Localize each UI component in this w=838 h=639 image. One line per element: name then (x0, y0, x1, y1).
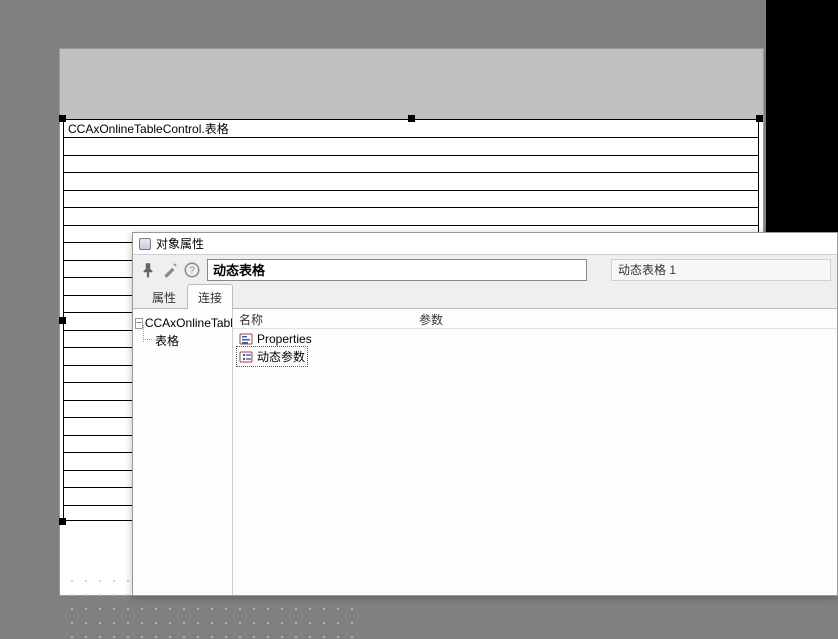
tree-pane[interactable]: − CCAxOnlineTableControl 表格 (133, 309, 233, 595)
table-row (64, 191, 758, 209)
object-name-field[interactable]: 动态表格 (207, 259, 587, 281)
dialog-icon (139, 238, 151, 250)
wand-icon[interactable] (161, 261, 179, 279)
list-item[interactable]: Properties (237, 331, 314, 347)
dynamic-params-icon (239, 350, 253, 364)
tab-properties[interactable]: 属性 (141, 284, 187, 309)
list-item[interactable]: 动态参数 (237, 347, 307, 366)
tree-child-label: 表格 (155, 332, 179, 349)
resize-handle[interactable] (59, 518, 66, 525)
pin-icon[interactable] (139, 261, 157, 279)
tree-child[interactable]: 表格 (135, 331, 230, 350)
list-item-label: Properties (257, 332, 312, 346)
tree-root[interactable]: − CCAxOnlineTableControl (135, 315, 230, 331)
svg-text:?: ? (189, 265, 195, 276)
dialog-title-text: 对象属性 (156, 235, 204, 252)
column-param[interactable]: 参数 (413, 309, 837, 328)
object-id-field: 动态表格 1 (611, 259, 831, 281)
resize-handle[interactable] (408, 115, 415, 122)
column-name[interactable]: 名称 (233, 309, 413, 328)
table-row (64, 138, 758, 156)
list-pane: 名称 参数 Properties 动态参数 (233, 309, 837, 595)
dialog-toolbar: ? 动态表格 动态表格 1 (133, 255, 837, 285)
control-title: CCAxOnlineTableControl.表格 (64, 120, 758, 138)
dialog-tabs: 属性 连接 (133, 285, 837, 309)
tree-collapse-icon[interactable]: − (135, 318, 143, 329)
table-row (64, 208, 758, 226)
table-row (64, 156, 758, 174)
help-icon[interactable]: ? (183, 261, 201, 279)
tree-root-label: CCAxOnlineTableControl (145, 316, 233, 330)
list-item-label: 动态参数 (257, 348, 305, 365)
resize-handle[interactable] (59, 115, 66, 122)
properties-dialog[interactable]: 对象属性 ? 动态表格 动态表格 1 属性 连接 − CCAxOnlineTab… (132, 232, 838, 596)
canvas-graybar (60, 49, 763, 120)
tab-connections[interactable]: 连接 (187, 284, 233, 309)
resize-handle[interactable] (59, 317, 66, 324)
list-header: 名称 参数 (233, 309, 837, 329)
table-row (64, 173, 758, 191)
dialog-titlebar[interactable]: 对象属性 (133, 233, 837, 255)
resize-handle[interactable] (756, 115, 763, 122)
properties-icon (239, 332, 253, 346)
